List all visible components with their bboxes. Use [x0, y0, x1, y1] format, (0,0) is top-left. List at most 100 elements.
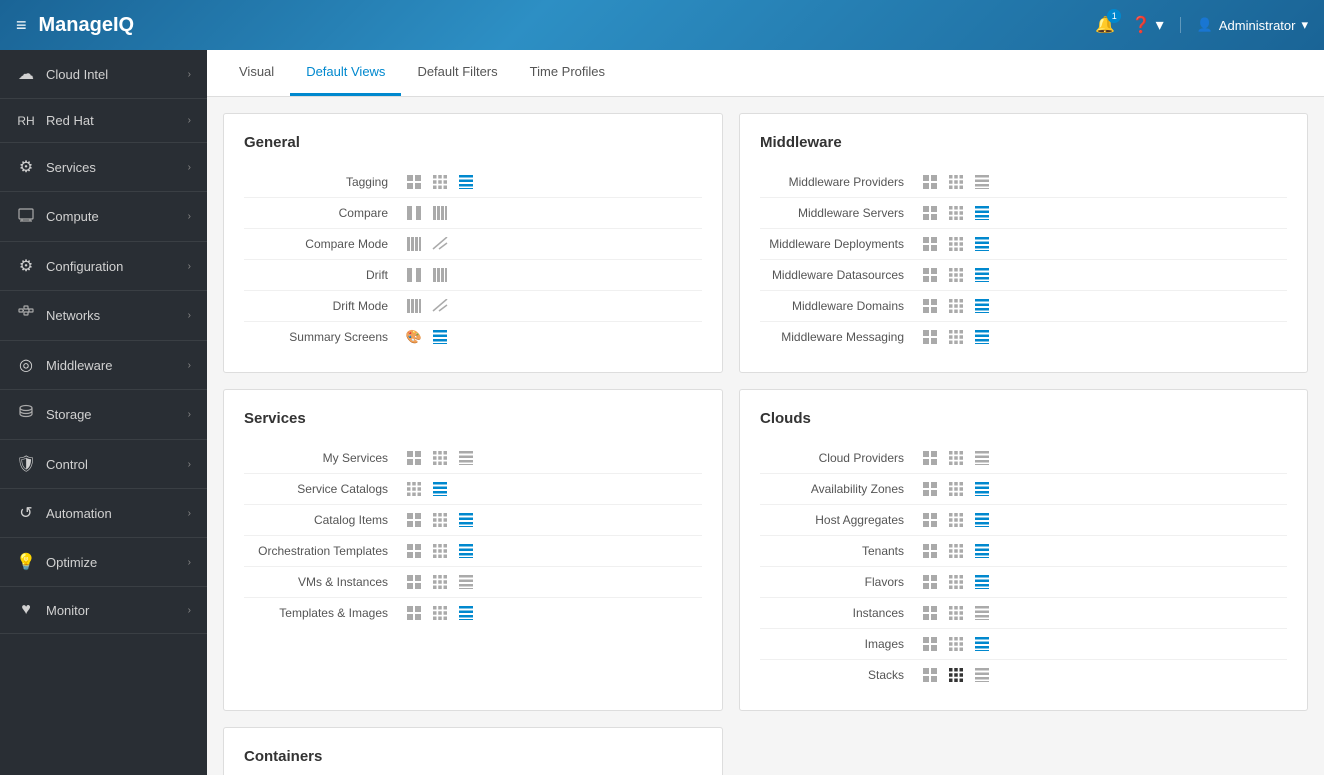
sidebar-item-optimize[interactable]: 💡 Optimize › [0, 538, 207, 587]
grid2-icon[interactable] [920, 297, 940, 315]
grid2-icon[interactable] [920, 666, 940, 684]
help-icon[interactable]: ❓ ▾ [1131, 15, 1163, 35]
user-menu[interactable]: 👤 Administrator ▾ [1180, 17, 1308, 33]
sidebar-item-middleware[interactable]: ◎ Middleware › [0, 341, 207, 390]
grid3-icon[interactable] [946, 635, 966, 653]
sidebar-item-automation[interactable]: ↺ Automation › [0, 489, 207, 538]
sidebar-item-label: Automation [46, 506, 178, 521]
grid2-icon[interactable] [404, 604, 424, 622]
grid2-icon[interactable] [920, 328, 940, 346]
sidebar-item-compute[interactable]: Compute › [0, 192, 207, 242]
grid2-icon[interactable] [920, 235, 940, 253]
grid3-icon[interactable] [404, 480, 424, 498]
grid2-icon[interactable] [920, 511, 940, 529]
grid3-icon[interactable] [946, 266, 966, 284]
grid3-icon[interactable] [946, 173, 966, 191]
header-right: 🔔 1 ❓ ▾ 👤 Administrator ▾ [1095, 15, 1308, 35]
compare-cols-icon[interactable] [404, 266, 424, 284]
bars2-icon[interactable] [404, 297, 424, 315]
compare-bars-icon[interactable] [430, 204, 450, 222]
row-label: Middleware Deployments [760, 237, 920, 251]
view-icons [404, 573, 476, 591]
grid2-icon[interactable] [920, 173, 940, 191]
grid3-icon[interactable] [946, 604, 966, 622]
sidebar-item-configuration[interactable]: ⚙ Configuration › [0, 242, 207, 291]
grid3-icon[interactable] [430, 604, 450, 622]
bars-icon[interactable] [404, 235, 424, 253]
grid3-icon[interactable] [946, 573, 966, 591]
grid2-icon[interactable] [920, 449, 940, 467]
sidebar-item-control[interactable]: 🛡 Control › [0, 440, 207, 489]
grid3-icon[interactable] [430, 173, 450, 191]
grid3-icon[interactable] [946, 204, 966, 222]
list-icon[interactable] [972, 449, 992, 467]
tab-visual[interactable]: Visual [223, 50, 290, 96]
grid3-icon[interactable] [946, 297, 966, 315]
grid3-icon[interactable] [430, 511, 450, 529]
list-icon[interactable] [972, 266, 992, 284]
grid2-icon[interactable] [404, 449, 424, 467]
grid2-icon[interactable] [920, 204, 940, 222]
grid2-icon[interactable] [404, 573, 424, 591]
list-icon[interactable] [972, 328, 992, 346]
grid3-icon[interactable] [946, 480, 966, 498]
tab-time-profiles[interactable]: Time Profiles [514, 50, 621, 96]
grid2-icon[interactable] [920, 542, 940, 560]
grid2-icon[interactable] [920, 480, 940, 498]
list-icon[interactable] [972, 235, 992, 253]
paint-icon[interactable]: 🎨 [404, 328, 424, 346]
grid2-icon[interactable] [404, 542, 424, 560]
grid2-icon[interactable] [404, 511, 424, 529]
notifications-icon[interactable]: 🔔 1 [1095, 15, 1115, 35]
hamburger-button[interactable]: ≡ [16, 15, 27, 36]
grid3-icon[interactable] [946, 511, 966, 529]
list2-icon[interactable] [430, 328, 450, 346]
list-icon[interactable] [456, 449, 476, 467]
list-icon[interactable] [456, 542, 476, 560]
list-icon[interactable] [972, 573, 992, 591]
sidebar-item-cloud-intel[interactable]: ☁ Cloud Intel › [0, 50, 207, 99]
grid3-icon[interactable] [946, 542, 966, 560]
grid2-icon[interactable] [920, 604, 940, 622]
row-label: Drift [244, 268, 404, 282]
sidebar-item-networks[interactable]: Networks › [0, 291, 207, 341]
sidebar-item-red-hat[interactable]: RH Red Hat › [0, 99, 207, 143]
row-label: Images [760, 637, 920, 651]
chart2-icon[interactable] [430, 297, 450, 315]
grid3-icon[interactable] [430, 573, 450, 591]
tab-default-views[interactable]: Default Views [290, 50, 401, 96]
tab-default-filters[interactable]: Default Filters [401, 50, 513, 96]
grid3-icon[interactable] [946, 235, 966, 253]
grid3-icon[interactable] [946, 666, 966, 684]
list-icon[interactable] [972, 542, 992, 560]
sidebar-item-monitor[interactable]: ♥ Monitor › [0, 587, 207, 634]
list-icon[interactable] [456, 173, 476, 191]
list-icon[interactable] [972, 511, 992, 529]
list-icon[interactable] [430, 480, 450, 498]
list-icon[interactable] [972, 480, 992, 498]
list-icon[interactable] [972, 204, 992, 222]
sidebar-item-storage[interactable]: Storage › [0, 390, 207, 440]
grid2-icon[interactable] [920, 266, 940, 284]
list-icon[interactable] [972, 666, 992, 684]
grid2-icon[interactable] [920, 573, 940, 591]
sidebar-arrow: › [188, 261, 191, 272]
grid3-icon[interactable] [430, 542, 450, 560]
grid3-icon[interactable] [430, 449, 450, 467]
chart-icon[interactable] [430, 235, 450, 253]
drift-bars-icon[interactable] [430, 266, 450, 284]
list-icon[interactable] [972, 173, 992, 191]
view-icons [404, 266, 450, 284]
list-icon[interactable] [456, 604, 476, 622]
compare-cols-icon[interactable] [404, 204, 424, 222]
list-icon[interactable] [972, 604, 992, 622]
list-icon[interactable] [972, 635, 992, 653]
list-icon[interactable] [456, 511, 476, 529]
grid3-icon[interactable] [946, 449, 966, 467]
grid3-icon[interactable] [946, 328, 966, 346]
sidebar-item-services[interactable]: ⚙ Services › [0, 143, 207, 192]
grid2-icon[interactable] [920, 635, 940, 653]
list-icon[interactable] [456, 573, 476, 591]
list-icon[interactable] [972, 297, 992, 315]
grid2-icon[interactable] [404, 173, 424, 191]
